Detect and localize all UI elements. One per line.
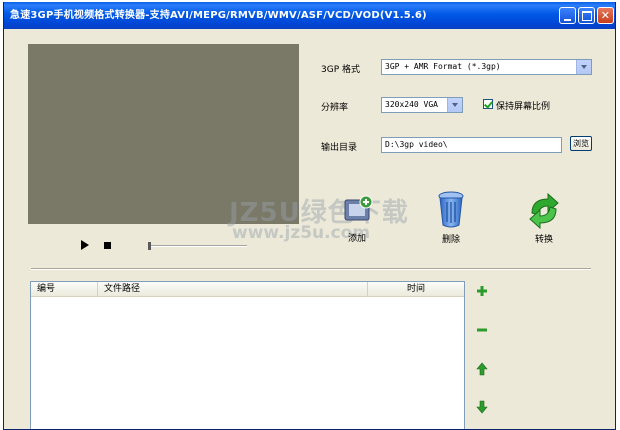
play-icon[interactable] bbox=[81, 240, 89, 250]
resolution-select-value: 320x240 VGA bbox=[385, 100, 438, 109]
minimize-icon bbox=[560, 8, 575, 23]
format-select-value: 3GP + AMR Format (*.3gp) bbox=[385, 62, 501, 71]
delete-button[interactable]: 删除 bbox=[431, 191, 471, 245]
format-select[interactable]: 3GP + AMR Format (*.3gp) bbox=[381, 59, 592, 75]
remove-item-icon[interactable] bbox=[476, 324, 488, 336]
minimize-button[interactable] bbox=[559, 7, 576, 24]
column-header-index[interactable]: 编号 bbox=[31, 282, 98, 297]
move-up-icon[interactable] bbox=[476, 362, 488, 376]
output-dir-label: 输出目录 bbox=[321, 143, 358, 153]
browse-button[interactable]: 浏览 bbox=[570, 136, 592, 151]
add-button-label: 添加 bbox=[347, 234, 366, 244]
window-title: 急速3GP手机视频格式转换器-支持AVI/MEPG/RMVB/WMV/ASF/V… bbox=[10, 10, 427, 21]
seek-slider-thumb[interactable] bbox=[148, 242, 151, 250]
resolution-label: 分辨率 bbox=[321, 103, 349, 113]
delete-button-label: 删除 bbox=[441, 235, 460, 245]
format-label: 3GP 格式 bbox=[321, 65, 360, 75]
keep-ratio-checkbox[interactable] bbox=[483, 99, 493, 109]
add-item-icon[interactable] bbox=[476, 285, 488, 297]
close-button[interactable]: ✕ bbox=[597, 7, 614, 24]
seek-slider-track[interactable] bbox=[149, 245, 247, 247]
main-window: 急速3GP手机视频格式转换器-支持AVI/MEPG/RMVB/WMV/ASF/V… bbox=[3, 2, 616, 430]
column-header-path[interactable]: 文件路径 bbox=[98, 282, 368, 297]
trash-icon bbox=[438, 191, 464, 228]
chevron-down-icon[interactable] bbox=[447, 98, 462, 112]
convert-button-label: 转换 bbox=[534, 235, 553, 245]
resolution-select[interactable]: 320x240 VGA bbox=[381, 97, 463, 113]
chevron-down-icon[interactable] bbox=[576, 60, 591, 74]
maximize-button[interactable] bbox=[578, 7, 595, 24]
output-dir-input[interactable]: D:\3gp video\ bbox=[381, 137, 562, 153]
divider bbox=[31, 268, 591, 270]
column-header-time[interactable]: 时间 bbox=[368, 282, 464, 297]
close-icon: ✕ bbox=[600, 9, 611, 22]
maximize-icon bbox=[579, 8, 594, 23]
keep-ratio-label[interactable]: 保持屏幕比例 bbox=[496, 99, 550, 112]
convert-arrows-icon bbox=[529, 192, 559, 230]
file-list[interactable]: 编号 文件路径 时间 bbox=[30, 281, 465, 429]
add-film-icon bbox=[344, 195, 373, 221]
convert-button[interactable]: 转换 bbox=[524, 192, 564, 245]
add-button[interactable]: 添加 bbox=[337, 193, 377, 244]
title-bar[interactable]: 急速3GP手机视频格式转换器-支持AVI/MEPG/RMVB/WMV/ASF/V… bbox=[4, 2, 615, 29]
file-list-header: 编号 文件路径 时间 bbox=[31, 282, 464, 297]
stop-icon[interactable] bbox=[104, 242, 111, 249]
move-down-icon[interactable] bbox=[476, 400, 488, 414]
